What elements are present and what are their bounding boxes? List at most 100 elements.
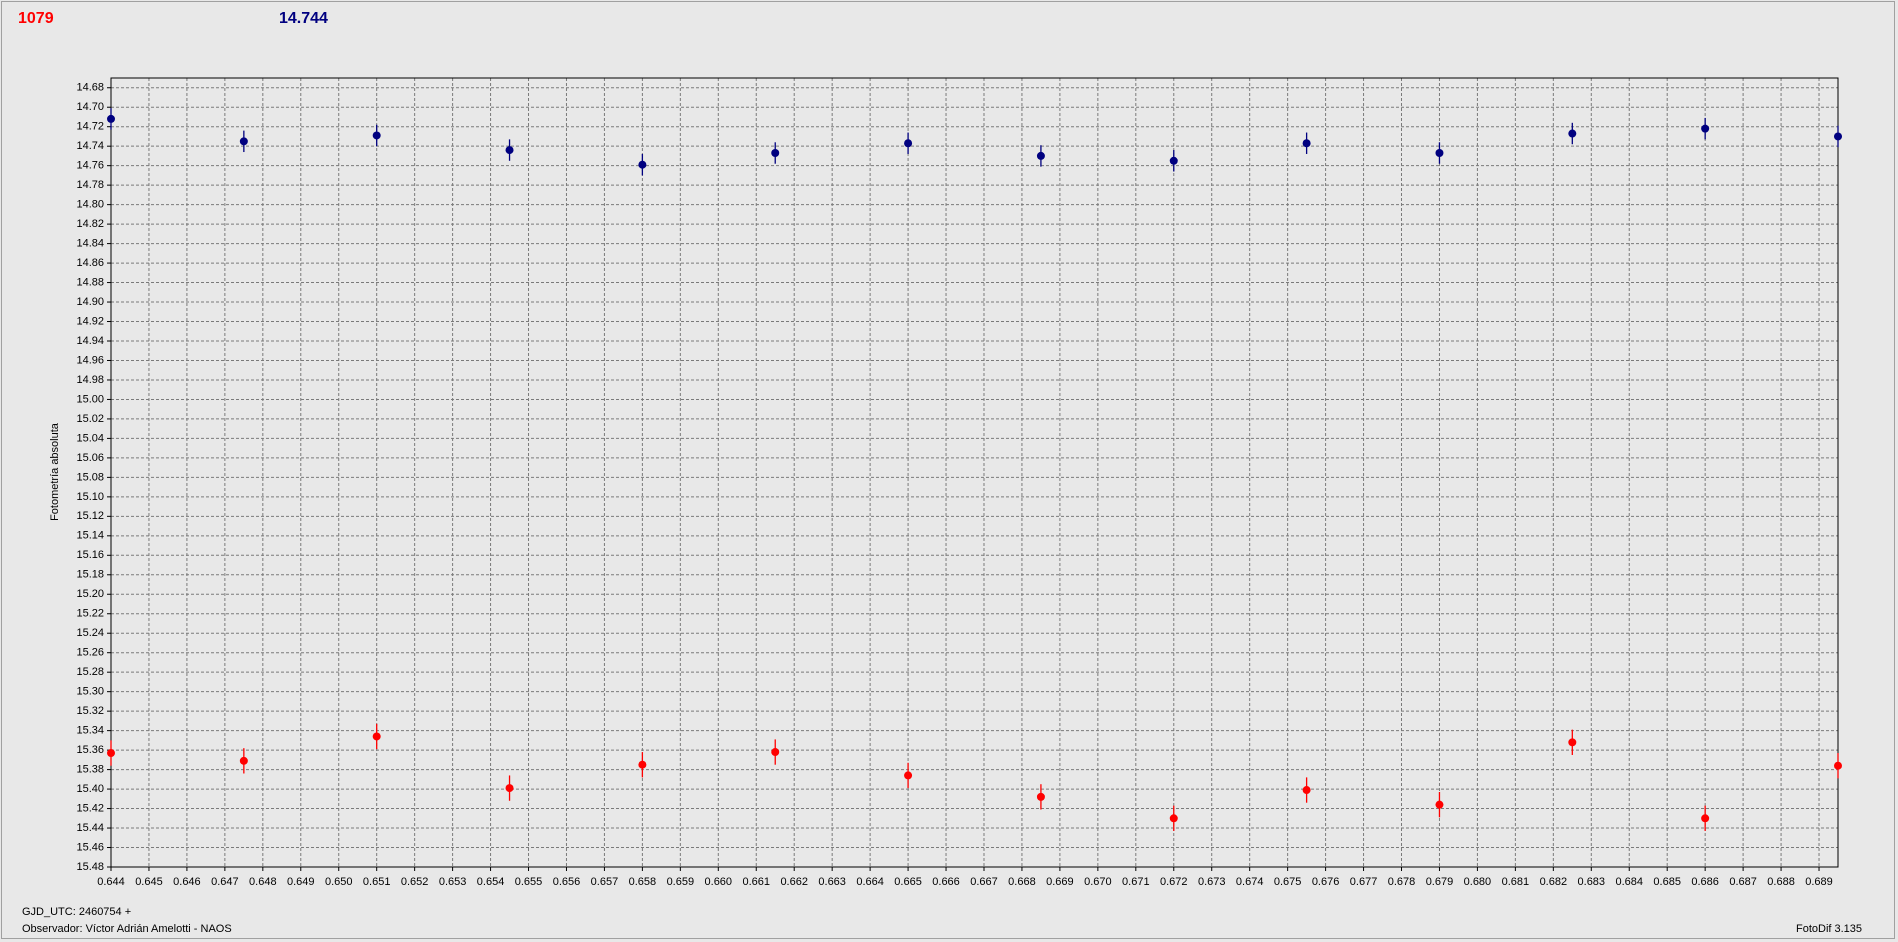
red-data-point	[1568, 738, 1577, 747]
y-tick-label: 14.76	[76, 160, 104, 172]
x-tick-label: 0.684	[1615, 876, 1643, 888]
red-data-point	[1036, 792, 1045, 801]
x-tick-label: 0.645	[135, 876, 163, 888]
y-tick-label: 15.04	[76, 432, 104, 444]
x-tick-label: 0.667	[970, 876, 998, 888]
y-axis: 14.68 14.70 14.72 14.74 14.76 14.78 14.80 14.82…	[76, 82, 111, 873]
y-tick-label: 14.92	[76, 315, 104, 327]
photometry-chart: 14.68 14.70 14.72 14.74 14.76 14.78 14.80 14.82…	[49, 77, 1842, 888]
y-tick-label: 15.16	[76, 549, 104, 561]
x-tick-label: 0.653	[439, 876, 467, 888]
x-tick-label: 0.685	[1653, 876, 1681, 888]
y-tick-label: 14.90	[76, 296, 104, 308]
y-tick-label: 15.38	[76, 763, 104, 775]
software-label: FotoDif 3.135	[1796, 923, 1863, 935]
blue-data-point	[107, 114, 115, 123]
x-tick-label: 0.651	[363, 876, 391, 888]
y-tick-label: 15.36	[76, 744, 104, 756]
x-tick-label: 0.661	[742, 876, 770, 888]
x-tick-label: 0.652	[401, 876, 429, 888]
y-tick-label: 15.12	[76, 510, 104, 522]
x-tick-label: 0.677	[1350, 876, 1378, 888]
x-tick-label: 0.666	[932, 876, 960, 888]
y-tick-label: 14.86	[76, 257, 104, 269]
gjd-label: GJD_UTC: 2460754 +	[22, 906, 132, 918]
y-tick-label: 14.74	[76, 140, 104, 152]
x-tick-label: 0.676	[1312, 876, 1340, 888]
blue-data-point	[1036, 151, 1045, 160]
plot-area	[111, 78, 1838, 867]
x-tick-label: 0.674	[1236, 876, 1264, 888]
y-tick-label: 15.14	[76, 530, 104, 542]
blue-data-point	[771, 149, 780, 158]
x-tick-label: 0.687	[1729, 876, 1757, 888]
x-tick-label: 0.650	[325, 876, 353, 888]
red-data-point	[904, 771, 913, 780]
y-tick-label: 15.26	[76, 647, 104, 659]
red-data-point	[638, 760, 647, 769]
y-axis-label: Fotometría absoluta	[49, 422, 61, 521]
x-tick-label: 0.680	[1464, 876, 1492, 888]
y-tick-label: 15.46	[76, 841, 104, 853]
x-tick-label: 0.644	[97, 876, 125, 888]
red-data-point	[505, 784, 514, 793]
x-tick-label: 0.665	[894, 876, 922, 888]
x-tick-label: 0.655	[515, 876, 543, 888]
x-tick-label: 0.669	[1046, 876, 1074, 888]
red-data-point	[1302, 786, 1311, 795]
red-data-point	[1701, 814, 1710, 823]
y-tick-label: 15.18	[76, 569, 104, 581]
y-tick-label: 14.68	[76, 82, 104, 94]
blue-data-point	[372, 131, 381, 140]
blue-data-point	[904, 139, 913, 148]
blue-data-point	[1169, 156, 1178, 165]
y-tick-label: 15.42	[76, 802, 104, 814]
x-tick-label: 0.689	[1805, 876, 1833, 888]
x-tick-label: 0.662	[780, 876, 808, 888]
y-tick-label: 15.48	[76, 861, 104, 873]
y-tick-label: 15.32	[76, 705, 104, 717]
blue-data-point	[1834, 132, 1842, 141]
x-tick-label: 0.673	[1198, 876, 1226, 888]
y-tick-label: 14.88	[76, 276, 104, 288]
red-data-point	[239, 756, 248, 765]
x-tick-label: 0.672	[1160, 876, 1188, 888]
y-tick-label: 15.34	[76, 725, 104, 737]
y-tick-label: 15.10	[76, 491, 104, 503]
x-tick-label: 0.683	[1578, 876, 1606, 888]
blue-data-point	[1701, 124, 1710, 133]
x-tick-label: 0.660	[705, 876, 733, 888]
x-tick-label: 0.657	[591, 876, 619, 888]
red-data-point	[771, 748, 780, 757]
red-data-point	[1435, 800, 1444, 809]
y-tick-label: 15.06	[76, 452, 104, 464]
y-tick-label: 15.40	[76, 783, 104, 795]
y-tick-label: 14.72	[76, 121, 104, 133]
x-tick-label: 0.679	[1426, 876, 1454, 888]
y-tick-label: 14.84	[76, 237, 104, 249]
x-tick-label: 0.659	[667, 876, 695, 888]
red-data-point	[1169, 814, 1178, 823]
y-tick-label: 15.30	[76, 686, 104, 698]
x-tick-label: 0.670	[1084, 876, 1112, 888]
y-tick-label: 14.96	[76, 354, 104, 366]
x-tick-label: 0.681	[1502, 876, 1530, 888]
red-data-point	[372, 732, 381, 741]
blue-data-point	[1568, 129, 1577, 138]
y-tick-label: 15.20	[76, 588, 104, 600]
x-tick-label: 0.678	[1388, 876, 1416, 888]
x-tick-label: 0.675	[1274, 876, 1302, 888]
blue-data-point	[239, 137, 248, 146]
y-tick-label: 15.00	[76, 393, 104, 405]
x-tick-label: 0.682	[1540, 876, 1568, 888]
y-tick-label: 15.24	[76, 627, 104, 639]
y-tick-label: 15.22	[76, 608, 104, 620]
x-tick-label: 0.663	[818, 876, 846, 888]
x-tick-label: 0.646	[173, 876, 201, 888]
y-tick-label: 14.78	[76, 179, 104, 191]
blue-data-point	[1435, 149, 1444, 158]
x-tick-label: 0.648	[249, 876, 277, 888]
red-data-point	[107, 749, 115, 758]
x-tick-label: 0.668	[1008, 876, 1036, 888]
x-tick-label: 0.647	[211, 876, 239, 888]
